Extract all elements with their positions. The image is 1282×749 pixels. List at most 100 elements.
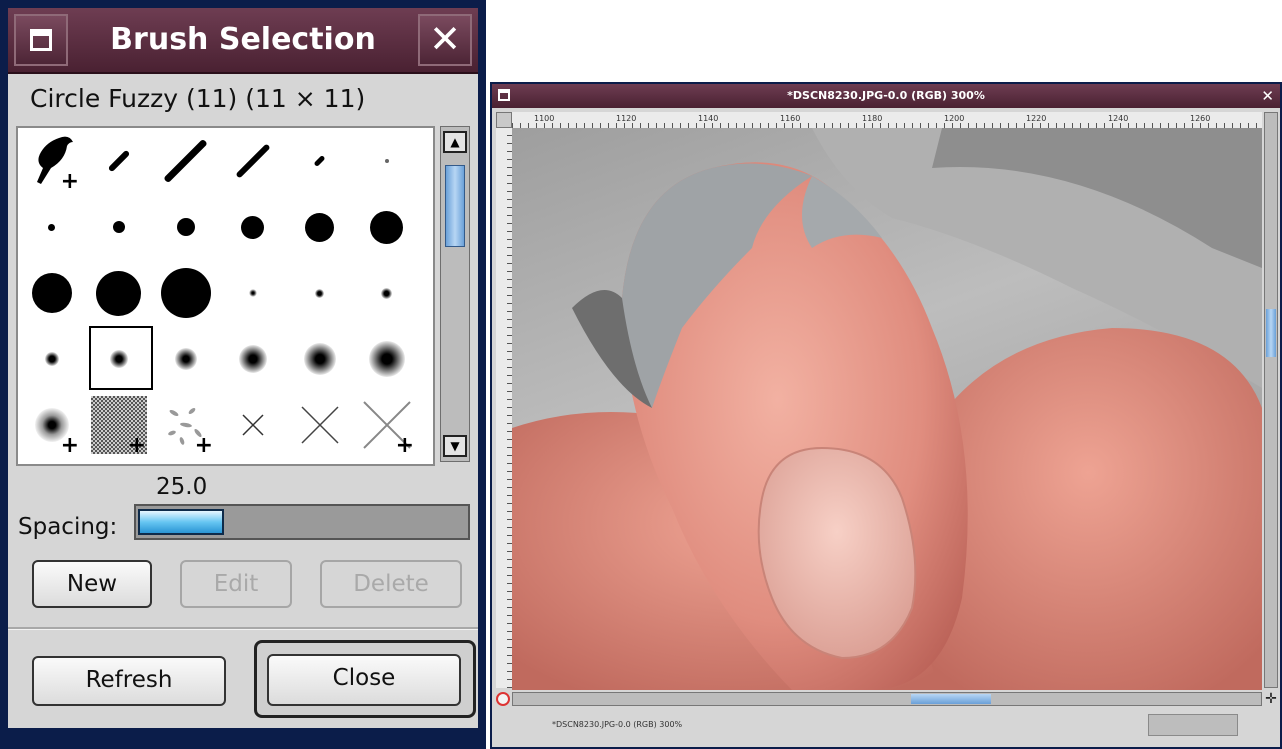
close-button[interactable]: Close xyxy=(267,654,461,706)
brush-circle-05[interactable] xyxy=(152,194,219,260)
brush-grid[interactable]: + + + + + xyxy=(16,126,435,466)
ruler-label: 1200 xyxy=(944,114,965,123)
window-title: Brush Selection xyxy=(110,22,376,57)
brush-grid-scrollbar[interactable]: ▲ ▼ xyxy=(440,126,470,462)
circle-brush-icon xyxy=(370,210,403,244)
brush-fuzzy-17[interactable] xyxy=(286,326,353,392)
plus-icon: + xyxy=(60,169,79,194)
stroke-brush-icon xyxy=(313,154,326,168)
brush-circle-09[interactable] xyxy=(286,194,353,260)
plus-icon: + xyxy=(395,433,414,458)
fuzzy-brush-icon xyxy=(174,348,197,370)
brush-texture[interactable]: + xyxy=(85,392,152,458)
circle-brush-icon xyxy=(160,268,211,318)
ruler-label: 1100 xyxy=(534,114,555,123)
brush-circle-07[interactable] xyxy=(219,194,286,260)
brush-dotted[interactable] xyxy=(353,128,420,194)
ruler-label: 1160 xyxy=(780,114,801,123)
fuzzy-brush-icon xyxy=(303,343,336,375)
image-window: *DSCN8230.JPG-0.0 (RGB) 300% ✕ 1100 1120… xyxy=(490,82,1282,749)
scroll-down-icon[interactable]: ▼ xyxy=(443,435,467,457)
ruler-label: 1120 xyxy=(616,114,637,123)
window-menu-icon xyxy=(30,29,52,51)
brush-fuzzy-07[interactable] xyxy=(18,326,85,392)
fuzzy-brush-icon xyxy=(44,352,59,366)
vertical-scrollbar[interactable] xyxy=(1264,112,1278,688)
ruler-menu-button[interactable] xyxy=(496,112,512,128)
brush-circle-19[interactable] xyxy=(152,260,219,326)
brush-circle-15[interactable] xyxy=(85,260,152,326)
window-bottom-border xyxy=(8,728,478,749)
cancel-progress-button[interactable] xyxy=(1148,714,1238,736)
brush-fuzzy-01[interactable] xyxy=(219,260,286,326)
brush-calligraphic-tiny[interactable] xyxy=(286,128,353,194)
spacing-slider-handle[interactable] xyxy=(138,509,224,535)
scrollbar-thumb[interactable] xyxy=(445,165,465,247)
brush-circle-03[interactable] xyxy=(85,194,152,260)
scrollbar-thumb[interactable] xyxy=(1266,309,1276,357)
quick-mask-icon[interactable] xyxy=(496,692,510,706)
dot-brush-icon xyxy=(384,159,389,163)
cross-brush-icon xyxy=(300,406,339,444)
brush-fuzzy-05[interactable] xyxy=(353,260,420,326)
brush-selection-window: Brush Selection ✕ Circle Fuzzy (11) (11 … xyxy=(0,0,486,749)
delete-brush-button[interactable]: Delete xyxy=(320,560,462,608)
brush-dialog-body: Circle Fuzzy (11) (11 × 11) + + + + + ▲ … xyxy=(8,74,478,728)
brush-confetti[interactable]: + xyxy=(152,392,219,458)
horizontal-ruler[interactable]: 1100 1120 1140 1160 1180 1200 1220 1240 … xyxy=(512,112,1262,129)
brush-calligraphic-medium[interactable] xyxy=(219,128,286,194)
circle-brush-icon xyxy=(112,221,125,233)
new-brush-button[interactable]: New xyxy=(32,560,152,608)
window-menu-icon[interactable] xyxy=(498,89,510,101)
close-icon[interactable]: ✕ xyxy=(1261,84,1274,108)
spacing-value: 25.0 xyxy=(156,474,208,500)
fuzzy-brush-icon xyxy=(248,289,257,297)
brush-cross-large[interactable]: + xyxy=(353,392,420,458)
refresh-button[interactable]: Refresh xyxy=(32,656,226,706)
plus-icon: + xyxy=(127,433,146,458)
fuzzy-brush-icon xyxy=(315,288,324,298)
ruler-label: 1240 xyxy=(1108,114,1129,123)
brush-cross-medium[interactable] xyxy=(286,392,353,458)
brush-fuzzy-03[interactable] xyxy=(286,260,353,326)
ruler-label: 1260 xyxy=(1190,114,1211,123)
navigate-icon[interactable]: ✛ xyxy=(1264,692,1278,706)
brush-titlebar[interactable]: Brush Selection ✕ xyxy=(8,8,478,74)
image-window-title: *DSCN8230.JPG-0.0 (RGB) 300% xyxy=(787,89,985,102)
brush-circle-13[interactable] xyxy=(18,260,85,326)
scroll-up-icon[interactable]: ▲ xyxy=(443,131,467,153)
brush-fuzzy-15[interactable] xyxy=(219,326,286,392)
brush-cross-small[interactable] xyxy=(219,392,286,458)
edit-brush-button[interactable]: Edit xyxy=(180,560,292,608)
fuzzy-brush-icon xyxy=(368,341,405,377)
image-titlebar[interactable]: *DSCN8230.JPG-0.0 (RGB) 300% ✕ xyxy=(492,84,1280,108)
circle-brush-icon xyxy=(305,212,334,242)
spacing-slider[interactable] xyxy=(134,504,470,540)
brush-calligraphic-small[interactable] xyxy=(85,128,152,194)
scrollbar-thumb[interactable] xyxy=(911,694,991,704)
fuzzy-brush-icon xyxy=(238,345,267,373)
current-brush-label: Circle Fuzzy (11) (11 × 11) xyxy=(30,84,366,113)
brush-galaxy[interactable]: + xyxy=(18,392,85,458)
brush-circle-11[interactable] xyxy=(353,194,420,260)
plus-icon: + xyxy=(60,433,79,458)
brush-fuzzy-13[interactable] xyxy=(152,326,219,392)
image-canvas[interactable] xyxy=(512,128,1262,690)
brush-pepper[interactable]: + xyxy=(18,128,85,194)
brush-circle-01[interactable] xyxy=(18,194,85,260)
image-window-body: 1100 1120 1140 1160 1180 1200 1220 1240 … xyxy=(492,108,1280,747)
brush-fuzzy-11-selected[interactable] xyxy=(85,326,153,392)
fuzzy-brush-icon xyxy=(381,287,392,299)
horizontal-scrollbar[interactable] xyxy=(512,692,1262,706)
brush-fuzzy-19[interactable] xyxy=(353,326,420,392)
vertical-ruler[interactable] xyxy=(496,128,513,688)
default-button-frame: Close xyxy=(254,640,476,718)
stroke-brush-icon xyxy=(234,143,271,179)
brush-calligraphic-large[interactable] xyxy=(152,128,219,194)
stroke-brush-icon xyxy=(163,138,208,184)
circle-brush-icon xyxy=(31,273,72,313)
status-bar-text: *DSCN8230.JPG-0.0 (RGB) 300% xyxy=(552,720,683,729)
stroke-brush-icon xyxy=(107,149,130,173)
window-menu-button[interactable] xyxy=(14,14,68,66)
close-icon[interactable]: ✕ xyxy=(418,14,472,66)
